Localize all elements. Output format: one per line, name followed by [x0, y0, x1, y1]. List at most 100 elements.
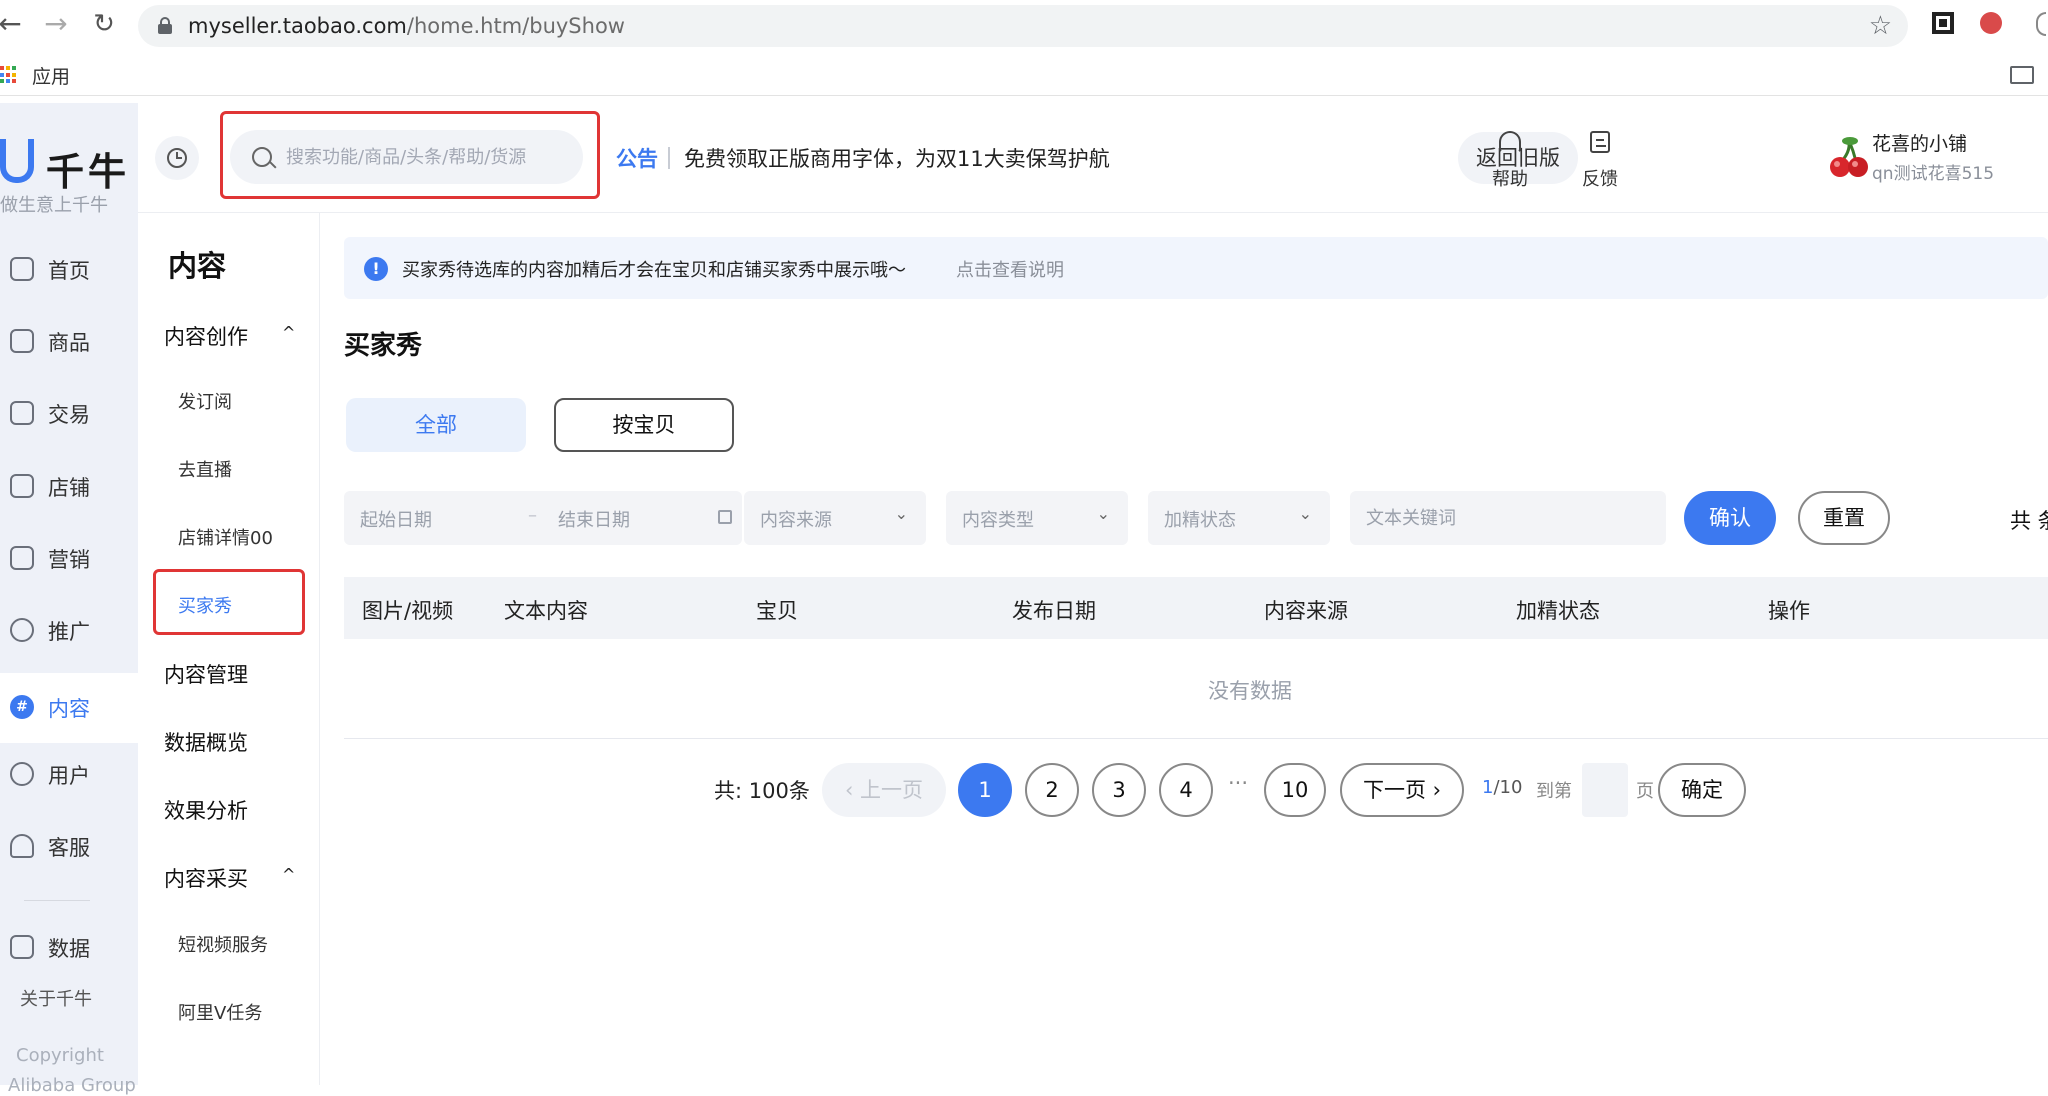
subnav-group-label: 内容创作 — [164, 325, 248, 349]
page-button[interactable]: 1 — [958, 763, 1012, 817]
shop-account: qn测试花喜515 — [1872, 164, 1995, 184]
date-range-picker[interactable]: 起始日期 – 结束日期 — [344, 491, 742, 545]
banner-message: 买家秀待选库的内容加精后才会在宝贝和店铺买家秀中展示哦～ — [402, 260, 906, 281]
apps-bookmark-label[interactable]: 应用 — [32, 62, 70, 89]
select-placeholder: 内容来源 — [760, 510, 832, 531]
column-header: 加精状态 — [1516, 599, 1600, 623]
bookmark-star-icon[interactable]: ☆ — [1869, 11, 1892, 41]
cherry-avatar-icon[interactable] — [1824, 133, 1872, 181]
start-date-placeholder[interactable]: 起始日期 — [360, 506, 432, 532]
bookmarks-bar: 应用 — [0, 52, 2048, 96]
forward-arrow-icon[interactable]: → — [40, 8, 72, 40]
subnav-group-management[interactable]: 内容管理 — [164, 659, 248, 689]
rail-item-label: 数据 — [48, 937, 90, 961]
rail-item-product[interactable]: 商品 — [0, 313, 138, 369]
goto-page-input[interactable] — [1582, 763, 1628, 817]
select-placeholder: 加精状态 — [1164, 510, 1236, 531]
subnav-item-subscribe[interactable]: 发订阅 — [178, 388, 232, 414]
shop-name[interactable]: 花喜的小铺 — [1872, 129, 1967, 156]
clock-icon — [167, 148, 187, 168]
apps-grid-icon[interactable] — [0, 66, 18, 84]
subnav-group-purchase[interactable]: 内容采买 ^ — [164, 863, 295, 893]
address-bar[interactable]: myseller.taobao.com/home.htm/buyShow ☆ — [138, 5, 1908, 47]
info-icon: ! — [364, 257, 388, 281]
last-page-button[interactable]: 10 — [1264, 763, 1326, 817]
url-host: myseller.taobao.com — [188, 14, 407, 38]
page-button[interactable]: 3 — [1092, 763, 1146, 817]
menu-edge-icon[interactable] — [2036, 12, 2046, 36]
rail-item-label: 客服 — [48, 836, 90, 860]
user-icon — [10, 762, 34, 786]
headset-icon — [1499, 131, 1521, 153]
extension-qr-icon[interactable] — [1932, 12, 1954, 34]
subnav-item-v-task[interactable]: 阿里V任务 — [178, 999, 262, 1025]
subnav-item-shop-detail[interactable]: 店铺详情00 — [178, 524, 273, 550]
total-pages: /10 — [1493, 777, 1523, 798]
feedback-button[interactable]: 反馈 — [1570, 129, 1630, 190]
page-title: 买家秀 — [344, 331, 423, 361]
subnav-item-short-video[interactable]: 短视频服务 — [178, 931, 268, 957]
rail-item-marketing[interactable]: 营销 — [0, 530, 138, 586]
subnav-group-overview[interactable]: 数据概览 — [164, 727, 248, 757]
reset-filter-button[interactable]: 重置 — [1798, 491, 1890, 545]
chevron-down-icon: ⌄ — [894, 504, 908, 523]
browser-toolbar: ← → ↻ myseller.taobao.com/home.htm/buySh… — [0, 0, 2048, 52]
tab-by-item[interactable]: 按宝贝 — [554, 398, 734, 452]
headset-icon — [10, 834, 34, 858]
rail-item-shop[interactable]: 店铺 — [0, 458, 138, 514]
select-placeholder: 内容类型 — [962, 510, 1034, 531]
tab-all[interactable]: 全部 — [346, 398, 526, 452]
keyword-field[interactable] — [1350, 491, 1666, 545]
featured-status-select[interactable]: 加精状态 ⌄ — [1148, 491, 1330, 545]
reload-icon[interactable]: ↻ — [88, 8, 120, 40]
content-source-select[interactable]: 内容来源 ⌄ — [744, 491, 926, 545]
copyright-company: Alibaba Group — [8, 1075, 136, 1096]
rail-item-data[interactable]: 数据 — [0, 919, 138, 975]
prev-page-button[interactable]: ‹ 上一页 — [822, 763, 946, 817]
rail-item-service[interactable]: 客服 — [0, 818, 138, 874]
next-page-button[interactable]: 下一页 › — [1340, 763, 1464, 817]
end-date-placeholder[interactable]: 结束日期 — [558, 506, 630, 532]
pagination-total: 共: 100条 — [714, 779, 810, 803]
page-button[interactable]: 2 — [1025, 763, 1079, 817]
notice-divider — [668, 147, 670, 169]
help-button[interactable]: 帮助 — [1480, 129, 1540, 190]
banner-help-link[interactable]: 点击查看说明 — [956, 256, 1064, 282]
lock-icon — [158, 17, 172, 34]
notice-text[interactable]: 免费领取正版商用字体，为双11大卖保驾护航 — [684, 143, 1110, 173]
content-type-select[interactable]: 内容类型 ⌄ — [946, 491, 1128, 545]
history-button[interactable] — [155, 136, 199, 180]
page-ratio: 1/10 — [1482, 777, 1522, 798]
about-link[interactable]: 关于千牛 — [20, 985, 92, 1011]
notice-tag: 公告 — [616, 147, 658, 171]
subnav-group-analysis[interactable]: 效果分析 — [164, 795, 248, 825]
subnav-group-creation[interactable]: 内容创作 ^ — [164, 321, 295, 351]
profile-avatar-icon[interactable] — [1980, 12, 2002, 34]
rail-item-home[interactable]: 首页 — [0, 241, 138, 297]
search-input[interactable] — [286, 142, 566, 172]
back-arrow-icon[interactable]: ← — [0, 8, 26, 40]
goto-confirm-button[interactable]: 确定 — [1658, 763, 1746, 817]
goto-label: 到第 — [1536, 781, 1572, 802]
page-button[interactable]: 4 — [1159, 763, 1213, 817]
current-page-number: 1 — [1482, 777, 1494, 798]
logo-slogan: 做生意上千牛 — [0, 195, 108, 216]
feedback-icon — [1590, 131, 1610, 153]
prev-page-label: 上一页 — [860, 778, 924, 802]
rail-item-promotion[interactable]: 推广 — [0, 602, 138, 658]
keyword-input[interactable] — [1366, 503, 1646, 533]
url-path: /home.htm/buyShow — [406, 14, 625, 38]
rail-item-content[interactable]: # 内容 — [0, 673, 138, 743]
column-header: 内容来源 — [1264, 599, 1348, 623]
global-search[interactable] — [230, 130, 583, 184]
pagination-ellipsis[interactable]: ··· — [1228, 771, 1248, 795]
folder-icon[interactable] — [2010, 66, 2034, 84]
column-header: 宝贝 — [756, 599, 798, 623]
chevron-left-icon: ‹ — [844, 778, 861, 802]
rail-item-trade[interactable]: 交易 — [0, 385, 138, 441]
subnav-item-buyer-show[interactable]: 买家秀 — [178, 592, 232, 618]
confirm-filter-button[interactable]: 确认 — [1684, 491, 1776, 545]
pagination: 共: 100条 ‹ 上一页 1 2 3 4 ··· 10 下一页 › 1/10 … — [320, 759, 2048, 819]
rail-item-user[interactable]: 用户 — [0, 746, 138, 802]
subnav-item-live[interactable]: 去直播 — [178, 456, 232, 482]
